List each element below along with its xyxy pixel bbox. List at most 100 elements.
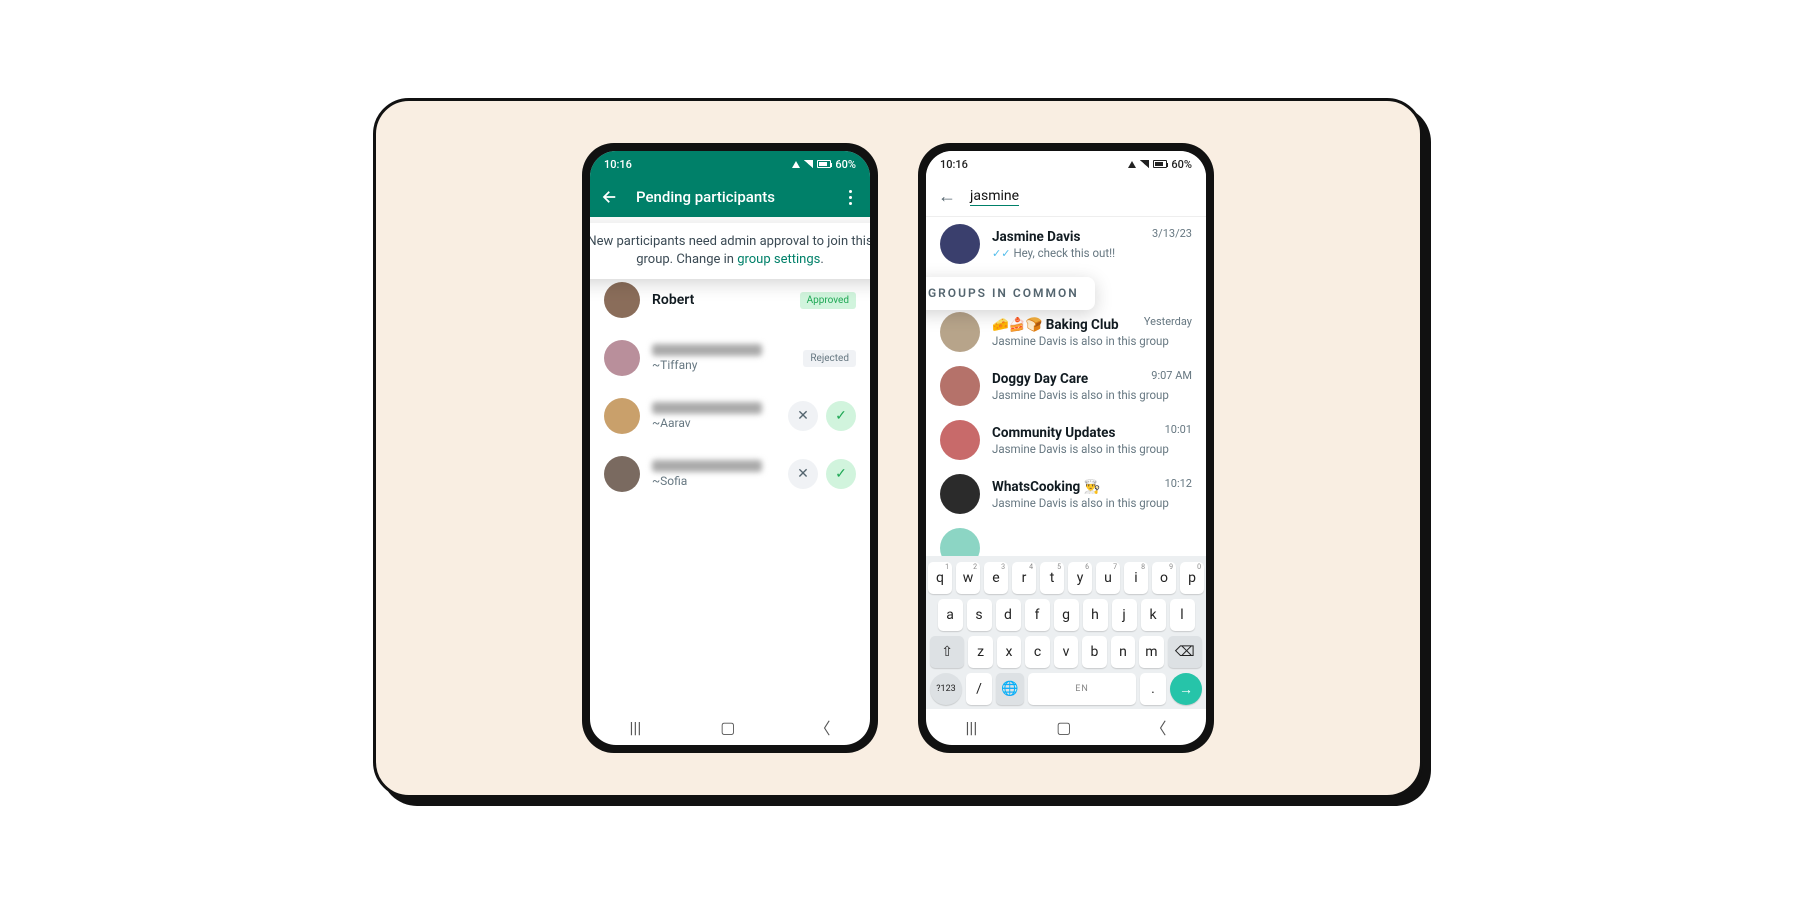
message-preview: ✓✓Hey, check this out!! bbox=[992, 246, 1192, 260]
slash-key[interactable]: / bbox=[966, 673, 992, 705]
pending-list: Robert Approved ~Tiffany Rejected bbox=[590, 217, 870, 709]
avatar[interactable] bbox=[940, 420, 980, 460]
enter-key[interactable]: → bbox=[1170, 673, 1202, 705]
key-c[interactable]: c bbox=[1025, 636, 1049, 668]
key-x[interactable]: x bbox=[997, 636, 1021, 668]
recents-icon[interactable]: ||| bbox=[630, 718, 642, 737]
search-input[interactable]: jasmine bbox=[970, 188, 1019, 206]
group-subtitle: Jasmine Davis is also in this group bbox=[992, 496, 1192, 510]
key-w[interactable]: w2 bbox=[956, 562, 980, 594]
result-time: 3/13/23 bbox=[1152, 227, 1192, 240]
key-s[interactable]: s bbox=[967, 599, 992, 631]
key-t[interactable]: t5 bbox=[1040, 562, 1064, 594]
avatar[interactable] bbox=[604, 398, 640, 434]
result-time: 10:01 bbox=[1165, 423, 1192, 436]
admin-approval-tooltip: New participants need admin approval to … bbox=[590, 223, 870, 279]
keyboard: q1w2e3r4t5y6u7i8o9p0 asdfghjkl ⇧ zxcvbnm… bbox=[926, 556, 1206, 709]
keyboard-row-3: ⇧ zxcvbnm ⌫ bbox=[930, 636, 1202, 668]
avatar[interactable] bbox=[940, 528, 980, 556]
group-result-row[interactable] bbox=[926, 521, 1206, 556]
accept-button[interactable]: ✓ bbox=[826, 401, 856, 431]
participant-name: Robert bbox=[652, 292, 788, 308]
home-icon[interactable]: ▢ bbox=[1056, 718, 1071, 737]
status-time: 10:16 bbox=[940, 158, 968, 171]
group-name: Community Updates bbox=[992, 425, 1192, 441]
pending-row: ~Aarav ✕ ✓ bbox=[590, 387, 870, 445]
reject-button[interactable]: ✕ bbox=[788, 401, 818, 431]
participant-alias: ~Tiffany bbox=[652, 358, 791, 372]
reject-button[interactable]: ✕ bbox=[788, 459, 818, 489]
key-z[interactable]: z bbox=[968, 636, 992, 668]
group-result-row[interactable]: Community Updates Jasmine Davis is also … bbox=[926, 413, 1206, 467]
key-m[interactable]: m bbox=[1139, 636, 1163, 668]
home-icon[interactable]: ▢ bbox=[720, 718, 735, 737]
key-e[interactable]: e3 bbox=[984, 562, 1008, 594]
avatar[interactable] bbox=[940, 474, 980, 514]
key-j[interactable]: j bbox=[1112, 599, 1137, 631]
group-result-row[interactable]: WhatsCooking 👨‍🍳 Jasmine Davis is also i… bbox=[926, 467, 1206, 521]
backspace-key[interactable]: ⌫ bbox=[1168, 636, 1202, 668]
avatar[interactable] bbox=[604, 282, 640, 318]
key-h[interactable]: h bbox=[1083, 599, 1108, 631]
group-settings-link[interactable]: group settings bbox=[737, 252, 820, 267]
phone-left: 10:16 60% Pending participants New parti… bbox=[582, 143, 878, 753]
key-r[interactable]: r4 bbox=[1012, 562, 1036, 594]
groups-in-common-tooltip: GROUPS IN COMMON bbox=[926, 277, 1095, 310]
participant-alias: ~Aarav bbox=[652, 416, 776, 430]
key-v[interactable]: v bbox=[1054, 636, 1078, 668]
promo-stage: 10:16 60% Pending participants New parti… bbox=[373, 98, 1423, 798]
group-result-row[interactable]: 🧀🍰🍞 Baking Club Jasmine Davis is also in… bbox=[926, 305, 1206, 359]
status-icons: 60% bbox=[1128, 158, 1192, 171]
group-result-row[interactable]: Doggy Day Care Jasmine Davis is also in … bbox=[926, 359, 1206, 413]
more-options-icon[interactable] bbox=[840, 187, 860, 207]
key-q[interactable]: q1 bbox=[928, 562, 952, 594]
search-results: Jasmine Davis ✓✓Hey, check this out!! 3/… bbox=[926, 217, 1206, 556]
key-l[interactable]: l bbox=[1170, 599, 1195, 631]
key-y[interactable]: y6 bbox=[1068, 562, 1092, 594]
key-k[interactable]: k bbox=[1141, 599, 1166, 631]
result-time: 9:07 AM bbox=[1151, 369, 1192, 382]
keyboard-row-4: ?123 / 🌐 EN . → bbox=[930, 673, 1202, 705]
space-key[interactable]: EN bbox=[1028, 673, 1136, 705]
back-nav-icon[interactable]: 〈 bbox=[814, 715, 830, 739]
battery-pct: 60% bbox=[1171, 158, 1192, 171]
status-icons: 60% bbox=[792, 158, 856, 171]
back-icon[interactable]: ← bbox=[938, 186, 956, 207]
keyboard-row-1: q1w2e3r4t5y6u7i8o9p0 bbox=[930, 562, 1202, 594]
signal-icon bbox=[804, 160, 813, 168]
key-d[interactable]: d bbox=[996, 599, 1021, 631]
contact-result-row[interactable]: Jasmine Davis ✓✓Hey, check this out!! 3/… bbox=[926, 217, 1206, 271]
key-i[interactable]: i8 bbox=[1124, 562, 1148, 594]
avatar[interactable] bbox=[604, 340, 640, 376]
key-u[interactable]: u7 bbox=[1096, 562, 1120, 594]
key-o[interactable]: o9 bbox=[1152, 562, 1176, 594]
status-time: 10:16 bbox=[604, 158, 632, 171]
battery-icon bbox=[1153, 160, 1167, 168]
participant-alias: ~Sofia bbox=[652, 474, 776, 488]
group-subtitle: Jasmine Davis is also in this group bbox=[992, 442, 1192, 456]
symbols-key[interactable]: ?123 bbox=[930, 673, 962, 705]
avatar[interactable] bbox=[940, 312, 980, 352]
period-key[interactable]: . bbox=[1140, 673, 1166, 705]
wifi-icon bbox=[1128, 161, 1136, 168]
shift-key[interactable]: ⇧ bbox=[930, 636, 964, 668]
accept-button[interactable]: ✓ bbox=[826, 459, 856, 489]
avatar[interactable] bbox=[604, 456, 640, 492]
back-nav-icon[interactable]: 〈 bbox=[1150, 715, 1166, 739]
app-bar: Pending participants bbox=[590, 177, 870, 217]
key-b[interactable]: b bbox=[1082, 636, 1106, 668]
language-key[interactable]: 🌐 bbox=[996, 673, 1024, 705]
key-g[interactable]: g bbox=[1054, 599, 1079, 631]
back-icon[interactable] bbox=[600, 187, 620, 207]
key-f[interactable]: f bbox=[1025, 599, 1050, 631]
key-a[interactable]: a bbox=[938, 599, 963, 631]
avatar[interactable] bbox=[940, 224, 980, 264]
key-n[interactable]: n bbox=[1111, 636, 1135, 668]
read-receipt-icon: ✓✓ bbox=[992, 247, 1010, 260]
signal-icon bbox=[1140, 160, 1149, 168]
avatar[interactable] bbox=[940, 366, 980, 406]
recents-icon[interactable]: ||| bbox=[966, 718, 978, 737]
pending-row: ~Sofia ✕ ✓ bbox=[590, 445, 870, 503]
group-subtitle: Jasmine Davis is also in this group bbox=[992, 334, 1192, 348]
key-p[interactable]: p0 bbox=[1180, 562, 1204, 594]
